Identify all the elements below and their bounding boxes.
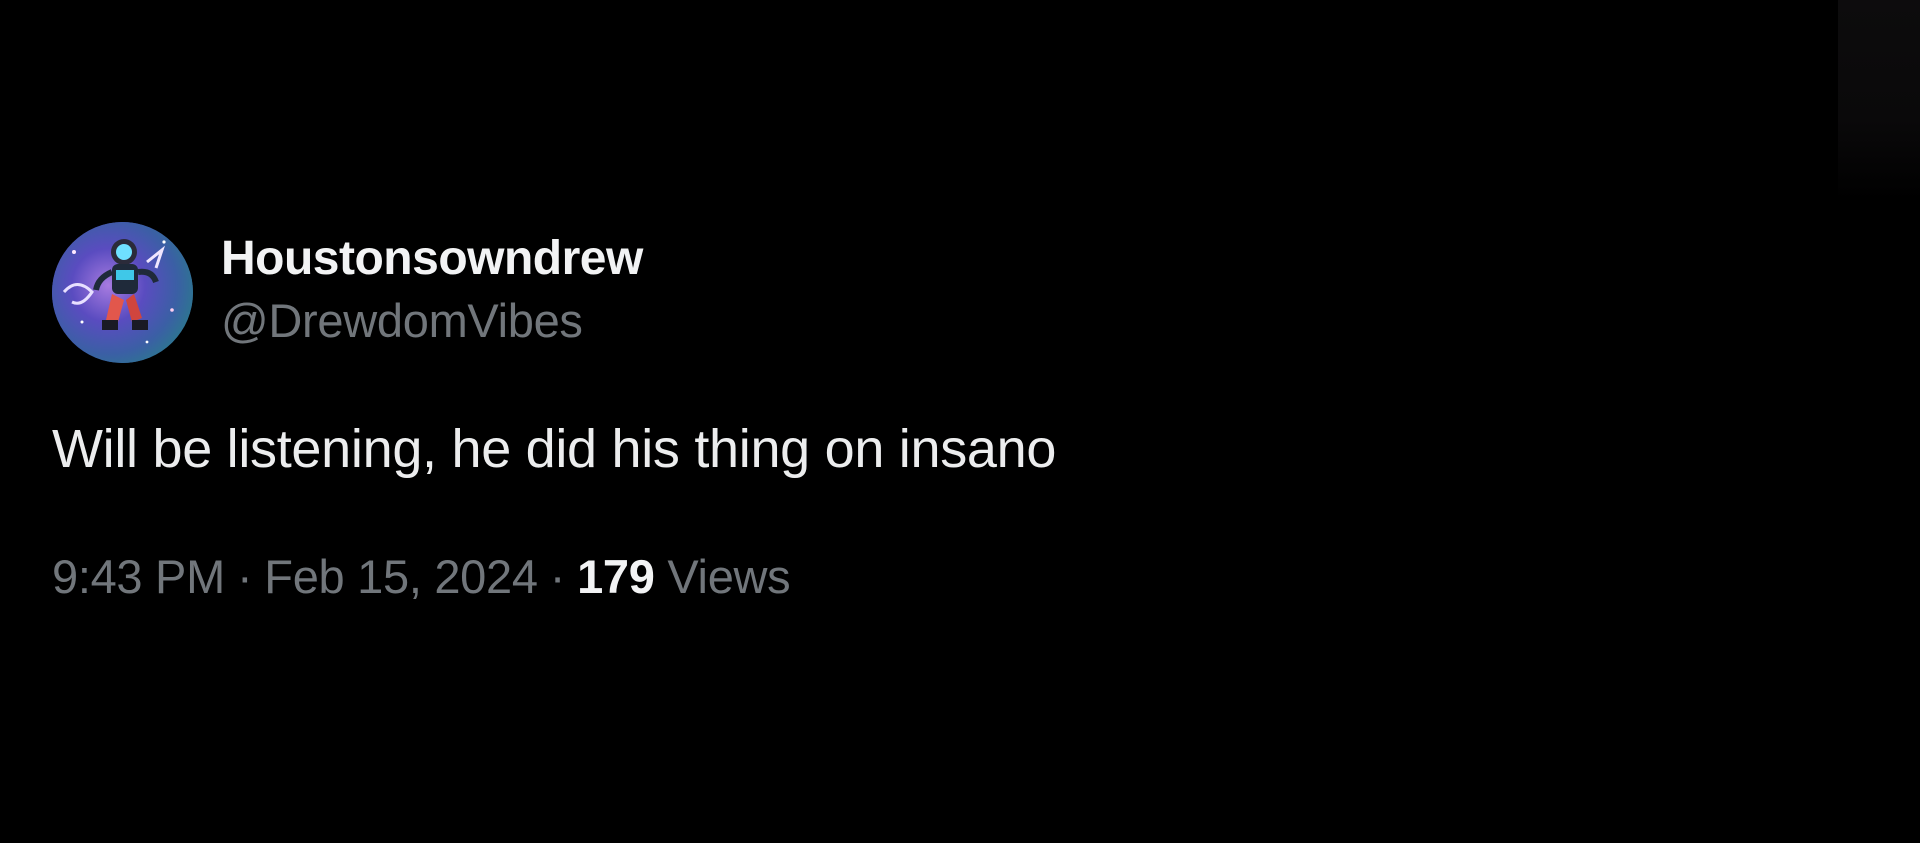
tweet-text: Will be listening, he did his thing on i…: [52, 419, 1057, 479]
avatar[interactable]: [52, 222, 193, 363]
tweet-card: Houstonsowndrew @DrewdomVibes Will be li…: [52, 222, 1452, 607]
tweet-meta: 9:43 PM · Feb 15, 2024 · 179 Views: [52, 547, 1452, 607]
views-count: 179: [577, 550, 655, 603]
author-handle[interactable]: @DrewdomVibes: [221, 290, 643, 352]
corner-shadow: [1838, 0, 1920, 200]
tweet-date[interactable]: Feb 15, 2024: [264, 550, 538, 603]
astronaut-avatar-icon: [52, 222, 193, 363]
tweet-time[interactable]: 9:43 PM: [52, 550, 225, 603]
tweet-header: Houstonsowndrew @DrewdomVibes: [52, 222, 1452, 363]
views-label: Views: [667, 550, 791, 603]
author-names: Houstonsowndrew @DrewdomVibes: [221, 228, 643, 352]
meta-separator: ·: [549, 550, 566, 603]
meta-separator: ·: [236, 550, 253, 603]
author-display-name[interactable]: Houstonsowndrew: [221, 228, 643, 290]
